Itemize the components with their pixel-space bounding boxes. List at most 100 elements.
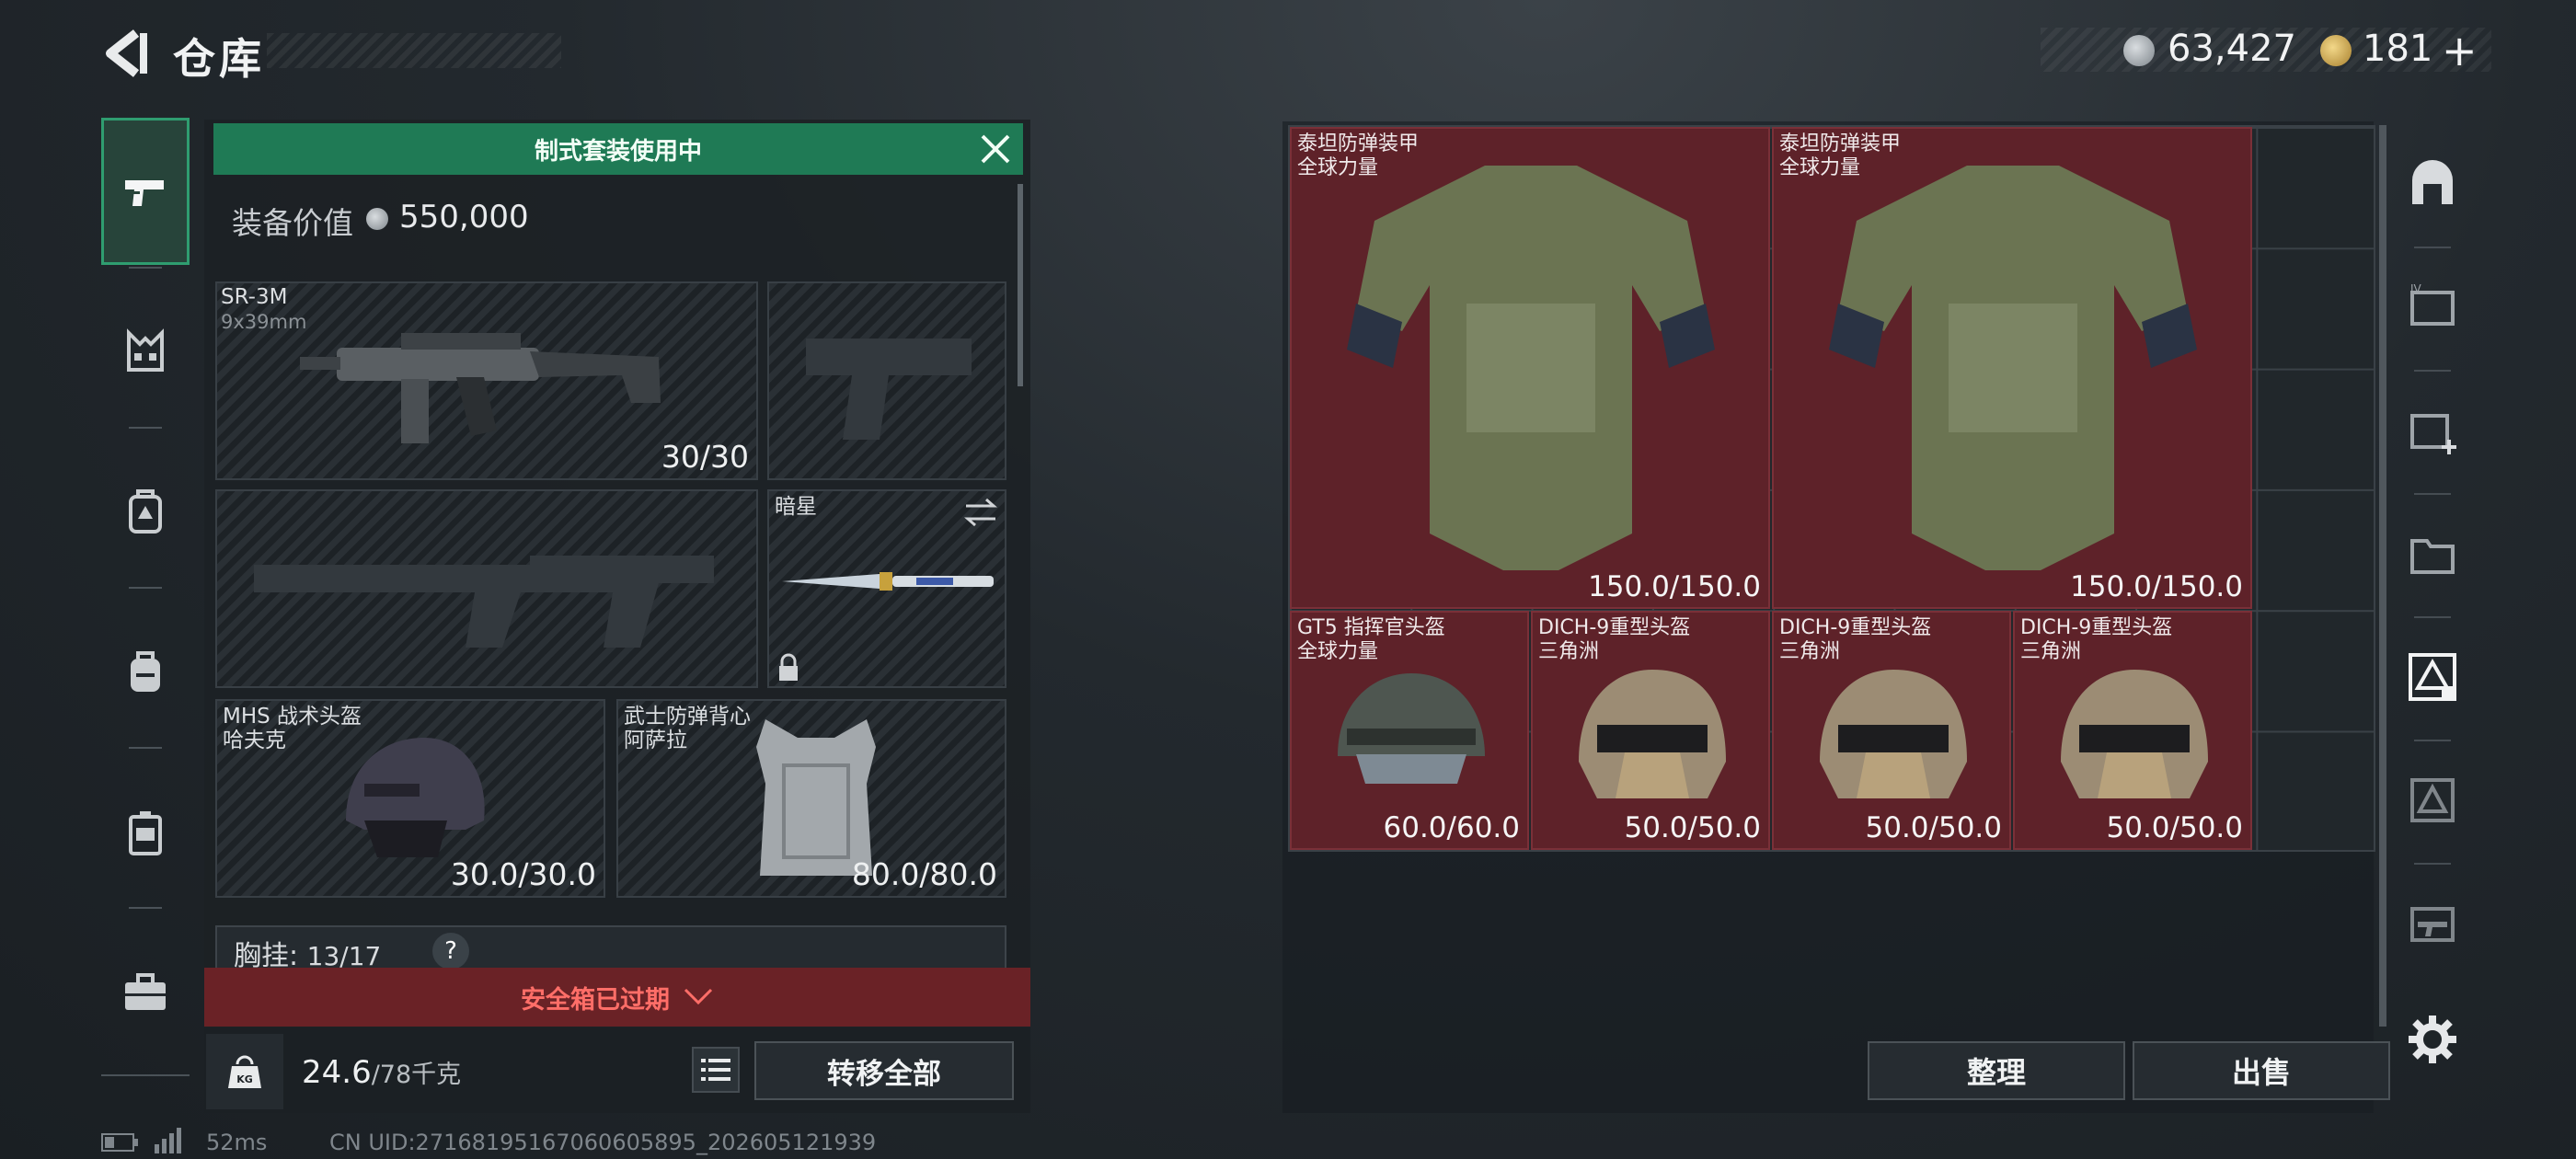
storage-page-tabs: IV bbox=[2396, 129, 2469, 1122]
armor-storage-icon bbox=[2410, 778, 2455, 822]
page-title: 仓库 bbox=[173, 34, 265, 84]
safebox-expired-bar[interactable]: 安全箱已过期 bbox=[204, 968, 1030, 1027]
storage-item-titan-armor-2[interactable]: 泰坦防弹装甲 全球力量 150.0/150.0 bbox=[1772, 127, 2252, 609]
dich9-helmet-icon bbox=[1820, 670, 1967, 798]
safebox-text: 安全箱已过期 bbox=[521, 985, 670, 1015]
chevron-down-icon bbox=[684, 988, 713, 1005]
carry-weight: 24.6/78千克 bbox=[302, 1054, 461, 1091]
sort-button[interactable]: 整理 bbox=[1868, 1041, 2125, 1100]
weapon-caliber: 9x39mm bbox=[221, 311, 307, 333]
back-button[interactable] bbox=[99, 28, 155, 79]
tab-settings[interactable] bbox=[2396, 984, 2469, 1095]
silver-coin-icon bbox=[2123, 35, 2155, 66]
weapon-storage-icon bbox=[2410, 907, 2455, 942]
weight-max: /78千克 bbox=[371, 1061, 462, 1089]
item-durability: 50.0/50.0 bbox=[1624, 811, 1762, 844]
weapon-name: SR-3M bbox=[221, 285, 288, 309]
helmet-durability: 30.0/30.0 bbox=[450, 856, 596, 892]
banner-text: 制式套装使用中 bbox=[534, 137, 702, 166]
tab-storage-5[interactable] bbox=[2396, 745, 2469, 855]
svg-text:IV: IV bbox=[2410, 282, 2422, 295]
titan-armor-icon bbox=[1829, 166, 2197, 570]
gold-coin-icon bbox=[2320, 35, 2352, 66]
item-durability: 150.0/150.0 bbox=[2070, 570, 2243, 603]
kg-label: KG bbox=[236, 1073, 253, 1085]
armor-storage-icon bbox=[2409, 653, 2456, 701]
helmet-slot[interactable]: MHS 战术头盔 哈夫克 30.0/30.0 bbox=[215, 699, 605, 898]
status-footer: 52ms CN UID:2716819516706060589​5_202605… bbox=[101, 1128, 929, 1155]
storage-scrollbar[interactable] bbox=[2379, 125, 2386, 1027]
item-durability: 150.0/150.0 bbox=[1588, 570, 1761, 603]
close-icon bbox=[981, 134, 1010, 164]
tab-weapons[interactable] bbox=[101, 118, 190, 265]
weight-current: 24.6 bbox=[302, 1054, 372, 1091]
battery-icon bbox=[101, 1133, 138, 1152]
helmet-name: MHS 战术头盔 bbox=[223, 705, 362, 729]
lock-icon bbox=[779, 653, 798, 681]
tab-backpack[interactable] bbox=[101, 598, 190, 745]
storage-folder-icon bbox=[2410, 539, 2455, 574]
armored-backpack-icon bbox=[129, 489, 162, 534]
gt5-helmet-icon bbox=[1338, 673, 1485, 784]
primary-weapon-slot[interactable]: SR-3M 9x39mm 30/30 bbox=[215, 281, 758, 480]
secondary-weapon-slot[interactable] bbox=[767, 281, 1006, 480]
item-durability: 50.0/50.0 bbox=[2106, 811, 2244, 844]
banner-close-button[interactable] bbox=[975, 129, 1016, 169]
titan-armor-icon bbox=[1347, 166, 1715, 570]
loadout-value-label: 装备价值 bbox=[232, 205, 353, 241]
list-icon bbox=[701, 1059, 730, 1081]
left-category-tabs bbox=[101, 118, 190, 1082]
helmet-icon bbox=[346, 738, 485, 857]
title-decoration bbox=[267, 33, 561, 68]
tab-storage-1[interactable]: IV bbox=[2396, 252, 2469, 362]
item-name: GT5 指挥官头盔 bbox=[1297, 616, 1445, 639]
weight-icon: KG bbox=[206, 1034, 283, 1109]
storage-item-dich9-helmet-3[interactable]: DICH-9重型头盔 三角洲 50.0/50.0 bbox=[2013, 611, 2252, 850]
sell-button[interactable]: 出售 bbox=[2133, 1041, 2390, 1100]
home-icon bbox=[2412, 160, 2453, 204]
item-name: DICH-9重型头盔 bbox=[1538, 616, 1691, 639]
help-icon[interactable]: ? bbox=[432, 933, 469, 970]
tab-case[interactable] bbox=[101, 758, 190, 905]
tab-storage-2[interactable] bbox=[2396, 375, 2469, 486]
rifle-silhouette-icon bbox=[254, 556, 714, 648]
armor-name: 武士防弹背心 bbox=[624, 705, 751, 729]
backpack-icon bbox=[131, 651, 160, 692]
rifle-icon bbox=[300, 333, 661, 443]
item-durability: 60.0/60.0 bbox=[1383, 811, 1521, 844]
uid-text: CN UID:2716819516706060589​5_20260512193… bbox=[329, 1130, 877, 1155]
dich9-helmet-icon bbox=[2061, 670, 2208, 798]
tab-storage-6[interactable] bbox=[2396, 868, 2469, 979]
kettlebell-icon: KG bbox=[228, 1055, 261, 1088]
ping-value: 52ms bbox=[206, 1130, 268, 1155]
transfer-all-button[interactable]: 转移全部 bbox=[754, 1041, 1014, 1100]
body-armor-slot[interactable]: 武士防弹背心 阿萨拉 80.0/80.0 bbox=[616, 699, 1006, 898]
tab-storage-3[interactable] bbox=[2396, 499, 2469, 609]
list-view-button[interactable] bbox=[692, 1047, 740, 1093]
loadout-scrollbar[interactable] bbox=[1018, 184, 1023, 386]
storage-item-gt5-helmet[interactable]: GT5 指挥官头盔 全球力量 60.0/60.0 bbox=[1290, 611, 1529, 850]
item-name: DICH-9重型头盔 bbox=[2020, 616, 2173, 639]
storage-item-titan-armor-1[interactable]: 泰坦防弹装甲 全球力量 150.0/150.0 bbox=[1290, 127, 1770, 609]
armor-durability: 80.0/80.0 bbox=[851, 856, 997, 892]
storage-item-dich9-helmet-2[interactable]: DICH-9重型头盔 三角洲 50.0/50.0 bbox=[1772, 611, 2011, 850]
signal-icon bbox=[155, 1128, 181, 1153]
tab-armored-pack[interactable] bbox=[101, 438, 190, 585]
secondary-rifle-slot[interactable] bbox=[215, 489, 758, 688]
storage-item-dich9-helmet-1[interactable]: DICH-9重型头盔 三角洲 50.0/50.0 bbox=[1531, 611, 1770, 850]
knife-icon bbox=[782, 572, 994, 591]
tab-storage-4-active[interactable] bbox=[2396, 622, 2469, 732]
armor-brand: 阿萨拉 bbox=[624, 729, 687, 752]
swap-icon[interactable] bbox=[962, 497, 999, 528]
tab-chest-rig[interactable] bbox=[101, 278, 190, 425]
tab-home[interactable] bbox=[2396, 129, 2469, 239]
toolbox-icon bbox=[125, 973, 166, 1010]
add-currency-button[interactable]: + bbox=[2442, 26, 2478, 75]
melee-slot[interactable]: 暗星 bbox=[767, 489, 1006, 688]
gold-currency-value: 181 bbox=[2363, 28, 2433, 70]
preset-kit-banner: 制式套装使用中 bbox=[213, 123, 1023, 175]
case-icon bbox=[129, 811, 162, 855]
item-durability: 50.0/50.0 bbox=[1865, 811, 2003, 844]
tab-toolbox[interactable] bbox=[101, 918, 190, 1065]
storage-add-icon bbox=[2410, 414, 2456, 454]
